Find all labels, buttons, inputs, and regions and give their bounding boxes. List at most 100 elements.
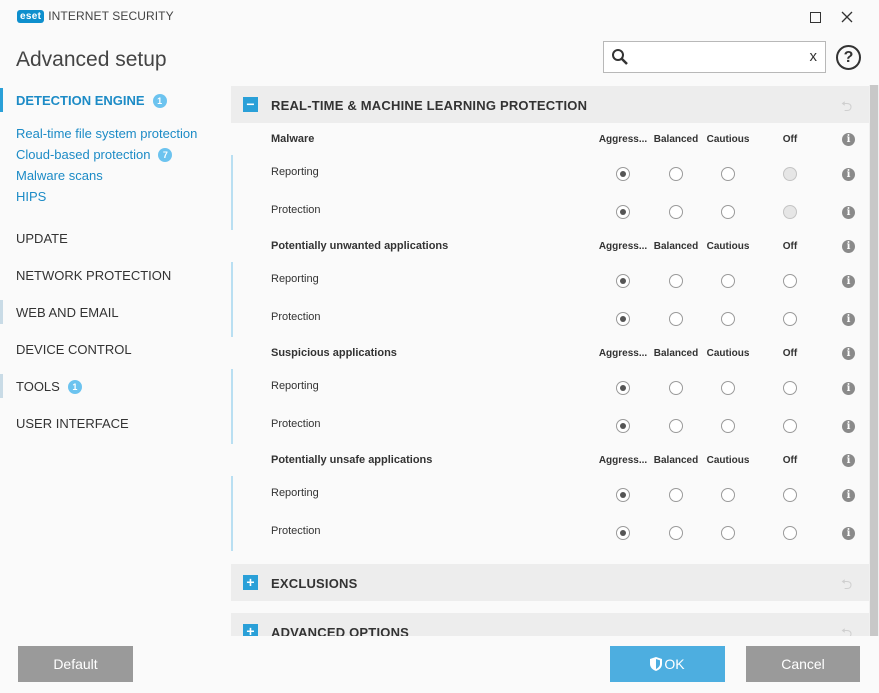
column-header: Cautious [706,134,750,145]
protection-radio-cautious[interactable] [721,205,735,219]
search-input[interactable]: x [603,41,826,73]
protection-radio-balanced[interactable] [669,205,683,219]
sidebar-item-web-email[interactable]: WEB AND EMAIL [0,297,226,327]
column-header: Balanced [653,241,699,252]
protection-radio-aggressive[interactable] [616,205,630,219]
sidebar-sub-malware-scans[interactable]: Malware scans [16,168,103,183]
sidebar-sub-cloud[interactable]: Cloud-based protection 7 [16,147,173,162]
clear-search-button[interactable]: x [810,48,818,65]
info-icon[interactable]: i [842,489,855,502]
protection-radio-balanced[interactable] [669,526,683,540]
product-name: INTERNET SECURITY [48,9,174,23]
section-advanced-header[interactable]: + ADVANCED OPTIONS ⮌ [231,613,869,636]
reporting-radio-balanced[interactable] [669,381,683,395]
section-realtime-header[interactable]: − REAL-TIME & MACHINE LEARNING PROTECTIO… [231,86,869,123]
protection-radio-balanced[interactable] [669,419,683,433]
column-header: Off [782,134,798,145]
reporting-radio-off[interactable] [783,381,797,395]
reporting-radio-cautious[interactable] [721,274,735,288]
logo-badge: eset [17,9,45,23]
section-exclusions-header[interactable]: + EXCLUSIONS ⮌ [231,564,869,601]
protection-radio-off[interactable] [783,312,797,326]
reporting-radio-balanced[interactable] [669,274,683,288]
expand-icon[interactable]: + [243,575,258,590]
reporting-radio-aggressive[interactable] [616,381,630,395]
reporting-radio-off[interactable] [783,274,797,288]
page-title: Advanced setup [16,48,167,71]
sidebar-sub-hips[interactable]: HIPS [16,189,46,204]
reporting-radio-aggressive[interactable] [616,274,630,288]
scrollbar[interactable] [869,85,879,636]
sidebar-marker [0,374,3,398]
default-button[interactable]: Default [18,646,133,682]
column-header: Aggress... [598,134,648,145]
reporting-radio-aggressive[interactable] [616,488,630,502]
info-icon[interactable]: i [842,454,855,467]
column-header: Aggress... [598,455,648,466]
group-title: Suspicious applications [271,347,397,359]
revert-icon[interactable]: ⮌ [841,574,852,598]
protection-radio-aggressive[interactable] [616,419,630,433]
column-header: Aggress... [598,348,648,359]
sidebar-item-network[interactable]: NETWORK PROTECTION [0,260,226,290]
info-icon[interactable]: i [842,347,855,360]
protection-radio-aggressive[interactable] [616,312,630,326]
sidebar-sub-realtime[interactable]: Real-time file system protection [16,126,197,141]
sidebar-item-update[interactable]: UPDATE [0,223,226,253]
collapse-icon[interactable]: − [243,97,258,112]
info-icon[interactable]: i [842,206,855,219]
sidebar-item-label: DETECTION ENGINE 1 [16,93,167,108]
expand-icon[interactable]: + [243,624,258,636]
column-header: Balanced [653,348,699,359]
info-icon[interactable]: i [842,527,855,540]
group-title: Potentially unwanted applications [271,240,449,252]
column-header: Aggress... [598,241,648,252]
revert-icon[interactable]: ⮌ [841,623,852,636]
protection-radio-cautious[interactable] [721,419,735,433]
maximize-button[interactable] [803,6,827,28]
protection-radio-cautious[interactable] [721,526,735,540]
protection-radio-off [783,205,797,219]
sidebar-item-tools[interactable]: TOOLS 1 [0,371,226,401]
notification-badge: 7 [158,148,173,162]
column-header: Balanced [653,134,699,145]
sidebar-active-marker [0,88,3,112]
reporting-radio-balanced[interactable] [669,488,683,502]
info-icon[interactable]: i [842,133,855,146]
info-icon[interactable]: i [842,382,855,395]
reporting-radio-cautious[interactable] [721,381,735,395]
close-button[interactable] [835,6,859,28]
protection-radio-off[interactable] [783,419,797,433]
column-header: Cautious [706,241,750,252]
reporting-radio-cautious[interactable] [721,488,735,502]
protection-label: Protection [271,525,321,537]
sidebar-item-label: UPDATE [16,231,68,246]
scrollbar-thumb[interactable] [870,85,878,636]
reporting-radio-off[interactable] [783,488,797,502]
sidebar-item-detection-engine[interactable]: DETECTION ENGINE 1 [0,85,226,115]
sidebar-item-device-control[interactable]: DEVICE CONTROL [0,334,226,364]
protection-radio-off[interactable] [783,526,797,540]
sidebar-item-user-interface[interactable]: USER INTERFACE [0,408,226,438]
info-icon[interactable]: i [842,240,855,253]
protection-radio-aggressive[interactable] [616,526,630,540]
info-icon[interactable]: i [842,168,855,181]
maximize-icon [809,11,821,23]
column-header: Off [782,455,798,466]
reporting-radio-aggressive[interactable] [616,167,630,181]
cancel-button[interactable]: Cancel [746,646,860,682]
protection-radio-balanced[interactable] [669,312,683,326]
info-icon[interactable]: i [842,275,855,288]
ok-label: OK [664,656,685,672]
info-icon[interactable]: i [842,313,855,326]
revert-icon[interactable]: ⮌ [841,96,852,120]
info-icon[interactable]: i [842,420,855,433]
shield-icon [650,657,663,671]
reporting-radio-cautious[interactable] [721,167,735,181]
section-title: ADVANCED OPTIONS [271,625,410,636]
ok-button[interactable]: OK [610,646,725,682]
column-header: Cautious [706,348,750,359]
protection-radio-cautious[interactable] [721,312,735,326]
reporting-radio-balanced[interactable] [669,167,683,181]
help-button[interactable]: ? [836,45,861,70]
